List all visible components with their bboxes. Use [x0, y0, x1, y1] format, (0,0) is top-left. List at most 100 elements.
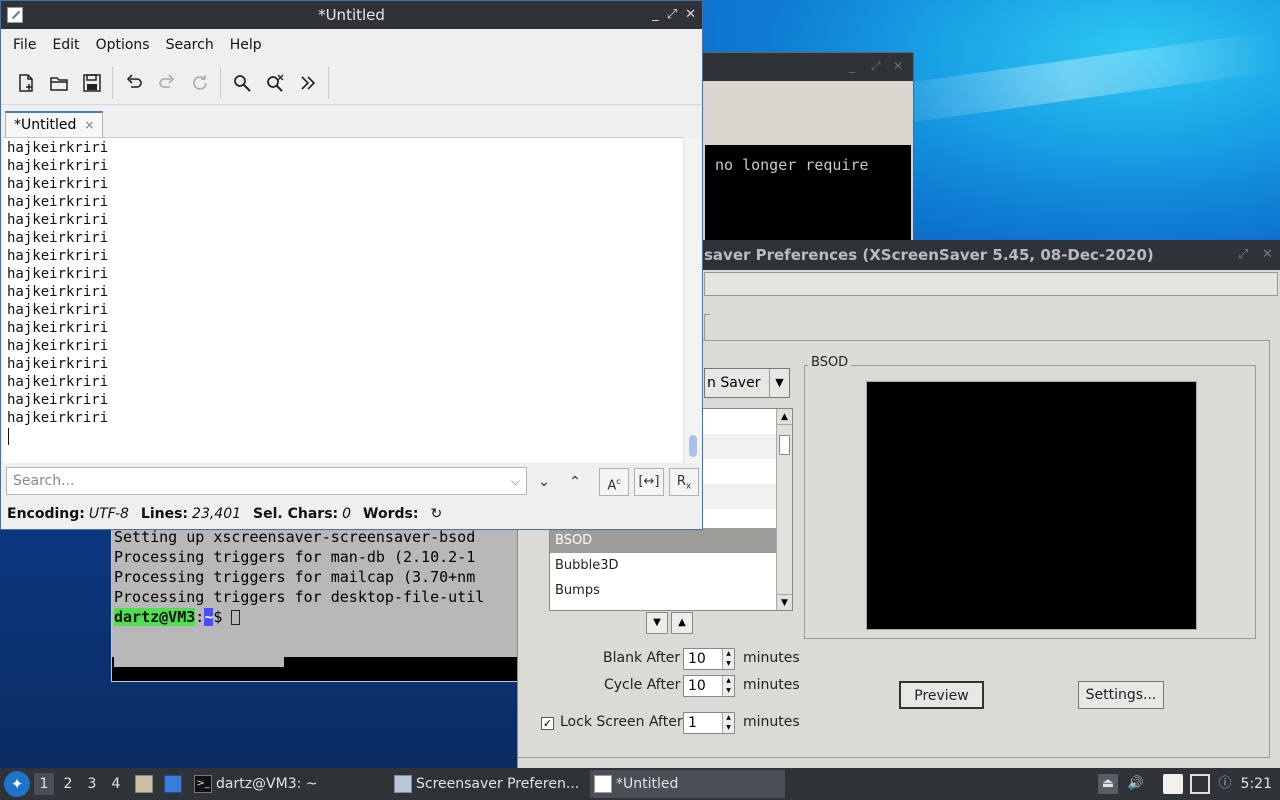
spin-arrows-icon[interactable]: ▲ ▼ — [722, 676, 734, 696]
lock-screen-checkbox[interactable]: ✓ — [541, 717, 554, 730]
save-icon[interactable] — [75, 67, 108, 99]
spin-arrows-icon[interactable]: ▲ ▼ — [722, 649, 734, 669]
menu-edit[interactable]: Edit — [44, 37, 87, 53]
minutes-label: minutes — [743, 650, 800, 666]
list-item-selected[interactable]: BSOD — [550, 528, 792, 553]
close-icon[interactable]: ✕ — [685, 1, 696, 29]
mode-select[interactable]: n Saver ▼ — [704, 368, 790, 398]
match-case-button[interactable]: Ac — [599, 468, 629, 496]
clock[interactable]: 5:21 — [1241, 768, 1272, 800]
close-icon[interactable]: ✕ — [893, 59, 903, 73]
task-terminal[interactable]: >_ dartz@VM3: ~ — [190, 770, 380, 798]
screensaver-icon — [394, 775, 412, 793]
selchars-label: Sel. Chars: — [253, 506, 339, 522]
background-window-titlebar[interactable]: _ ⤢ ✕ — [691, 53, 913, 81]
new-file-icon[interactable] — [9, 67, 42, 99]
editor-scrollbar[interactable] — [683, 137, 701, 463]
screensaver-preview-area — [866, 381, 1197, 630]
toolbar-separator — [220, 66, 221, 99]
undo-icon[interactable] — [117, 67, 150, 99]
menu-file[interactable]: File — [5, 37, 44, 53]
text-line: hajkeirkriri — [7, 320, 109, 336]
terminal-line: Processing triggers for mailcap (3.70+nm — [112, 567, 520, 587]
tab-untitled[interactable]: *Untitled × — [5, 111, 104, 138]
refresh-icon[interactable]: ↻ — [430, 506, 442, 522]
tab-display-modes[interactable] — [704, 314, 710, 340]
terminal-line: Setting up xscreensaver-screensaver-bsod — [112, 527, 520, 547]
maximize-icon[interactable]: ⤢ — [1238, 240, 1248, 270]
task-label: *Untitled — [616, 776, 679, 792]
network-icon[interactable] — [1190, 774, 1210, 794]
terminal-prompt-line[interactable]: dartz@VM3:~$ — [112, 607, 520, 627]
taskbar: ✦ 1 2 3 4 >_ dartz@VM3: ~ Screensaver Pr… — [0, 768, 1280, 800]
whole-word-button[interactable]: [↔] — [634, 468, 664, 496]
spin-arrows-icon[interactable]: ▲ ▼ — [722, 713, 734, 733]
scrollbar-thumb[interactable] — [779, 435, 790, 455]
volume-icon[interactable]: 🔊 — [1126, 774, 1146, 794]
scroll-down-icon[interactable]: ▼ — [777, 594, 792, 610]
file-manager-icon[interactable] — [135, 775, 153, 793]
editor-menubar: File Edit Options Search Help — [1, 29, 702, 61]
task-editor[interactable]: *Untitled — [590, 770, 785, 798]
workspace-2[interactable]: 2 — [58, 773, 78, 795]
reload-icon[interactable] — [183, 67, 216, 99]
open-file-icon[interactable] — [42, 67, 75, 99]
maximize-icon[interactable]: ⤢ — [667, 1, 677, 29]
minimize-icon[interactable]: _ — [849, 59, 855, 73]
show-desktop-icon[interactable] — [164, 775, 182, 793]
blank-after-spinbox[interactable]: 10 ▲ ▼ — [683, 648, 735, 670]
toolbar-separator — [328, 66, 329, 99]
text-line: hajkeirkriri — [7, 230, 109, 246]
regex-button[interactable]: Rx — [669, 468, 699, 496]
menu-help[interactable]: Help — [222, 37, 270, 53]
eject-icon[interactable]: ⏏ — [1098, 774, 1118, 794]
scrollbar-thumb[interactable] — [689, 435, 697, 457]
close-icon[interactable]: ✕ — [1262, 240, 1273, 270]
close-tab-icon[interactable]: × — [84, 113, 94, 138]
preview-button[interactable]: Preview — [899, 681, 984, 709]
find-icon[interactable] — [225, 67, 258, 99]
more-icon[interactable] — [291, 67, 324, 99]
maximize-icon[interactable]: ⤢ — [871, 59, 881, 74]
task-screensaver[interactable]: Screensaver Preferen... — [390, 770, 585, 798]
redo-icon[interactable] — [150, 67, 183, 99]
background-window[interactable]: _ ⤢ ✕ no longer require eric — [690, 52, 914, 255]
next-item-button[interactable]: ▼ — [646, 612, 668, 634]
start-menu-icon[interactable]: ✦ — [4, 771, 30, 797]
editor-text-area[interactable]: hajkeirkriri hajkeirkriri hajkeirkriri h… — [3, 137, 683, 463]
words-label: Words: — [363, 506, 419, 522]
workspace-4[interactable]: 4 — [106, 773, 126, 795]
menu-search[interactable]: Search — [158, 37, 222, 53]
scroll-up-icon[interactable]: ▲ — [777, 409, 792, 425]
lock-screen-spinbox[interactable]: 1 ▲ ▼ — [683, 712, 735, 734]
list-item[interactable]: Bubble3D — [550, 553, 792, 578]
workspace-1[interactable]: 1 — [34, 773, 54, 795]
dropdown-arrow-icon[interactable]: ▼ — [769, 369, 789, 397]
editor-titlebar[interactable]: *Untitled _ ⤢ ✕ — [1, 1, 702, 29]
cycle-after-spinbox[interactable]: 10 ▲ ▼ — [683, 675, 735, 697]
screensaver-menubar[interactable] — [704, 272, 1278, 296]
clipboard-icon[interactable] — [1163, 774, 1183, 794]
workspace-3[interactable]: 3 — [82, 773, 102, 795]
search-input[interactable]: Search... ⌵ — [6, 467, 527, 495]
list-scrollbar[interactable]: ▲ ▼ — [776, 409, 792, 610]
find-next-button[interactable]: ⌄ — [533, 471, 555, 493]
text-line: hajkeirkriri — [7, 212, 109, 228]
text-editor-window[interactable]: *Untitled _ ⤢ ✕ File Edit Options Search… — [0, 0, 703, 530]
minimize-icon[interactable]: _ — [652, 1, 659, 29]
settings-button[interactable]: Settings... — [1078, 681, 1164, 709]
task-label: dartz@VM3: ~ — [216, 776, 318, 792]
menu-options[interactable]: Options — [88, 37, 158, 53]
text-line: hajkeirkriri — [7, 284, 109, 300]
terminal-window[interactable]: Setting up xscreensaver-screensaver-bsod… — [111, 520, 521, 682]
previous-item-button[interactable]: ▲ — [671, 612, 693, 634]
update-notifier-icon[interactable]: ⓘ — [1215, 774, 1235, 794]
find-previous-button[interactable]: ⌃ — [564, 471, 586, 493]
text-line: hajkeirkriri — [7, 176, 109, 192]
list-item[interactable]: Bumps — [550, 578, 792, 603]
text-line: hajkeirkriri — [7, 410, 109, 426]
replace-icon[interactable] — [258, 67, 291, 99]
window-title: saver Preferences (XScreenSaver 5.45, 08… — [704, 246, 1154, 264]
text-line: hajkeirkriri — [7, 302, 109, 318]
chevron-down-icon[interactable]: ⌵ — [511, 468, 520, 494]
